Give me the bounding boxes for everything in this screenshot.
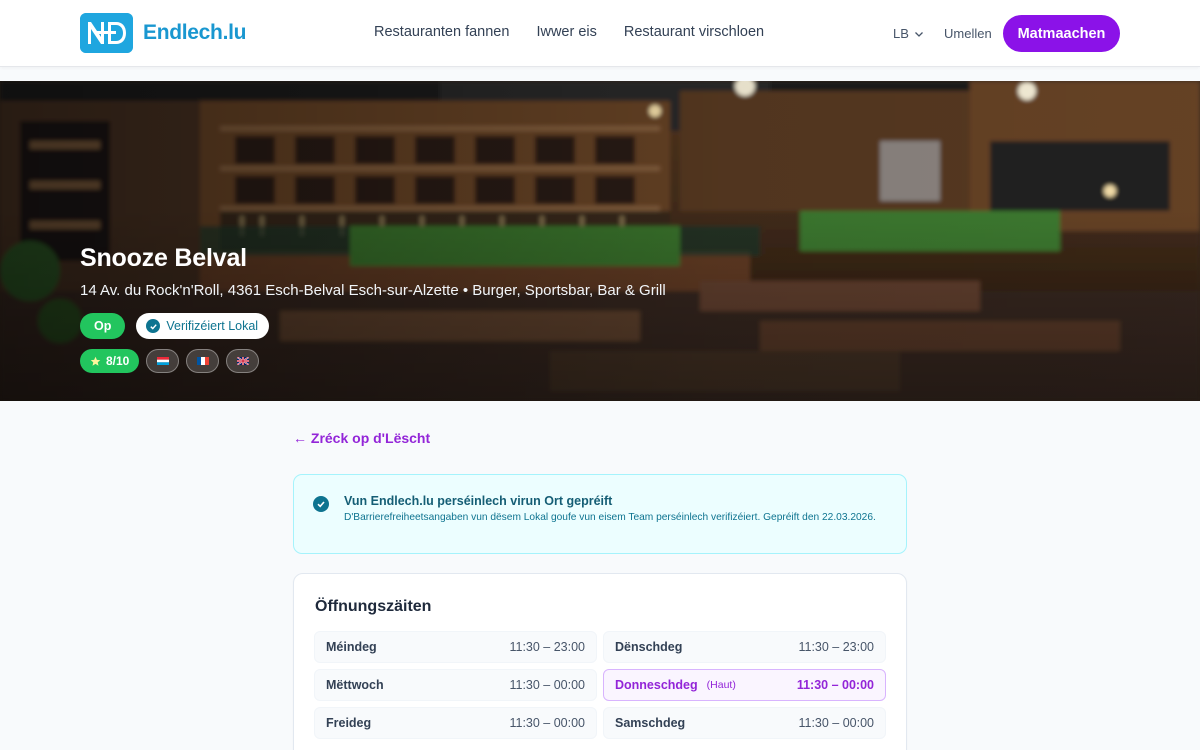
day-name: Méindeg	[326, 640, 377, 654]
day-hours: 11:30 – 23:00	[509, 640, 585, 654]
star-icon	[90, 356, 101, 366]
day-name: Samschdeg	[615, 716, 686, 730]
restaurant-address-line: 14 Av. du Rock'n'Roll, 4361 Esch-Belval …	[80, 282, 666, 299]
back-to-list-link[interactable]: ← Zréck op d'Lëscht	[293, 430, 430, 446]
restaurant-categories: Burger, Sportsbar, Bar & Grill	[472, 282, 666, 299]
hours-row-thursday-today: Donneschdeg (Haut) 11:30 – 00:00	[603, 669, 886, 701]
day-name: Mëttwoch	[326, 678, 384, 692]
login-link[interactable]: Umellen	[944, 26, 992, 41]
join-button[interactable]: Matmaachen	[1003, 15, 1120, 52]
status-badges: Op Verifizéiert Lokal	[80, 313, 270, 339]
restaurant-address: 14 Av. du Rock'n'Roll, 4361 Esch-Belval …	[80, 282, 459, 299]
hours-row-friday: Freideg 11:30 – 00:00	[314, 707, 597, 739]
language-label: LB	[893, 26, 909, 41]
check-circle-icon	[146, 319, 161, 333]
lb-flag-icon[interactable]	[146, 349, 180, 373]
verification-notice: Vun Endlech.lu perséinlech virun Ort gep…	[293, 474, 907, 554]
day-hours: 11:30 – 00:00	[509, 716, 585, 730]
open-status-badge: Op	[80, 313, 126, 339]
opening-hours-card: Öffnungszäiten Méindeg 11:30 – 23:00 Dën…	[293, 573, 907, 750]
notice-title: Vun Endlech.lu perséinlech virun Ort gep…	[344, 494, 613, 508]
separator-dot: •	[462, 282, 473, 299]
hours-row-saturday: Samschdeg 11:30 – 00:00	[603, 707, 886, 739]
verified-label: Verifizéiert Lokal	[166, 319, 259, 333]
check-circle-icon	[313, 496, 329, 512]
today-label: (Haut)	[706, 679, 736, 691]
hours-row-monday: Méindeg 11:30 – 23:00	[314, 631, 597, 663]
notice-text: D'Barrierefreiheetsangaben vun dësem Lok…	[344, 512, 876, 523]
brand-name: Endlech.lu	[143, 21, 247, 44]
hours-row-tuesday: Dënschdeg 11:30 – 23:00	[603, 631, 886, 663]
gb-flag-icon[interactable]	[226, 349, 260, 373]
rating-value: 8/10	[106, 354, 130, 368]
fr-flag-icon[interactable]	[186, 349, 220, 373]
brand-logo[interactable]: Endlech.lu	[80, 13, 246, 53]
language-selector[interactable]: LB	[893, 26, 924, 41]
site-header: Endlech.lu Restauranten fannen Iwwer eis…	[0, 0, 1200, 67]
day-name: Dënschdeg	[615, 640, 683, 654]
verified-badge: Verifizéiert Lokal	[136, 313, 270, 339]
day-hours: 11:30 – 23:00	[798, 640, 874, 654]
day-hours: 11:30 – 00:00	[509, 678, 585, 692]
day-hours: 11:30 – 00:00	[796, 678, 874, 692]
nav-find-restaurants[interactable]: Restauranten fannen	[374, 24, 509, 40]
main-nav: Restauranten fannen Iwwer eis Restaurant…	[374, 24, 764, 40]
opening-hours-title: Öffnungszäiten	[315, 598, 432, 615]
day-name: Donneschdeg	[615, 678, 698, 692]
day-hours: 11:30 – 00:00	[798, 716, 874, 730]
chevron-down-icon	[914, 31, 923, 37]
hero-banner: Snooze Belval 14 Av. du Rock'n'Roll, 436…	[0, 81, 1200, 401]
logo-mark-icon	[80, 13, 133, 53]
hours-row-wednesday: Mëttwoch 11:30 – 00:00	[314, 669, 597, 701]
nav-about[interactable]: Iwwer eis	[536, 24, 596, 40]
day-name: Freideg	[326, 716, 372, 730]
info-chips: 8/10	[80, 349, 260, 373]
restaurant-name: Snooze Belval	[80, 244, 247, 272]
rating-badge: 8/10	[80, 349, 140, 373]
nav-suggest-restaurant[interactable]: Restaurant virschloen	[624, 24, 764, 40]
